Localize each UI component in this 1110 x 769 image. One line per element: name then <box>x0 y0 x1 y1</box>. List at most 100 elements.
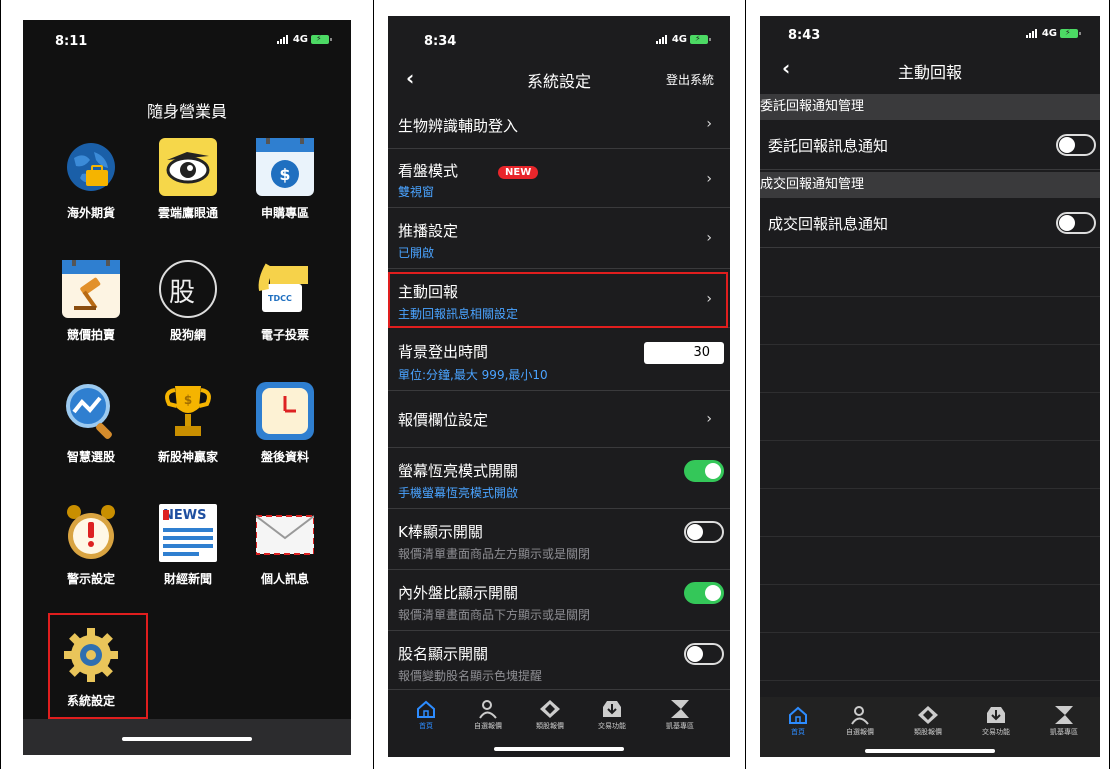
home-indicator[interactable] <box>494 747 624 751</box>
setting-row-stock-name: 股名顯示開關 報價變動股名顯示色塊提醒 <box>388 631 730 690</box>
tab-trading[interactable]: 交易功能 <box>582 699 642 731</box>
empty-row-line <box>760 488 1100 489</box>
app-label: 競價拍賣 <box>66 328 115 342</box>
tab-label: 凱基專區 <box>666 722 694 730</box>
setting-row-view-mode[interactable]: 看盤模式 NEW 雙視窗 › <box>388 149 730 208</box>
tab-bar: 首頁 自選報價 類股報價 交易功能 凱基專區 <box>388 691 730 757</box>
setting-title: 看盤模式 <box>398 162 459 180</box>
tab-sector-quotes[interactable]: 類股報價 <box>898 705 958 737</box>
setting-title: 內外盤比顯示開關 <box>398 584 519 602</box>
kbar-toggle[interactable] <box>684 521 724 543</box>
app-overseas-futures[interactable]: 海外期貨 <box>43 138 139 221</box>
logout-button[interactable]: 登出系統 <box>666 71 714 88</box>
tab-trading[interactable]: 交易功能 <box>966 705 1026 737</box>
app-e-voting[interactable]: TDCC 電子投票 <box>237 260 333 343</box>
setting-subtitle: 已開啟 <box>398 246 435 260</box>
row-order-report-notify: 委託回報訊息通知 <box>760 121 1100 170</box>
tab-watchlist[interactable]: 自選報價 <box>830 705 890 737</box>
setting-title: 背景登出時間 <box>398 343 489 361</box>
new-badge: NEW <box>498 166 539 179</box>
app-finance-news[interactable]: NEWS 財經新聞 <box>140 504 236 587</box>
clock-icon <box>256 382 314 440</box>
logout-time-input[interactable]: 30 <box>644 342 724 364</box>
trading-icon <box>985 705 1007 725</box>
highlight-active-report <box>388 272 728 328</box>
network-label: 4G <box>292 34 308 45</box>
stock-char: 股 <box>169 278 196 308</box>
app-alert-settings[interactable]: 警示設定 <box>43 504 139 587</box>
trade-report-toggle[interactable] <box>1056 212 1096 234</box>
sector-icon <box>539 699 561 719</box>
chevron-right-icon: › <box>706 116 712 132</box>
tdcc-card-icon: TDCC <box>256 260 314 318</box>
app-personal-messages[interactable]: 個人訊息 <box>237 504 333 587</box>
setting-row-screen-on: 螢幕恆亮模式開關 手機螢幕恆亮模式開啟 <box>388 448 730 509</box>
order-report-toggle[interactable] <box>1056 134 1096 156</box>
chevron-right-icon: › <box>706 230 712 246</box>
empty-row-line <box>760 296 1100 297</box>
empty-row-line <box>760 392 1100 393</box>
empty-row-line <box>760 536 1100 537</box>
setting-subtitle: 單位:分鐘,最大 999,最小10 <box>398 368 548 382</box>
home-indicator[interactable] <box>865 749 995 753</box>
app-label: 雲端鷹眼通 <box>157 206 218 220</box>
tab-bar: 首頁 自選報價 類股報價 交易功能 凱基專區 <box>760 697 1100 757</box>
app-auction[interactable]: 競價拍賣 <box>43 258 139 343</box>
tab-label: 首頁 <box>791 728 805 736</box>
stock-name-toggle[interactable] <box>684 643 724 665</box>
tab-label: 類股報價 <box>536 722 564 730</box>
row-trade-report-notify: 成交回報訊息通知 <box>760 199 1100 248</box>
app-subscription[interactable]: $ 申購專區 <box>237 136 333 221</box>
app-label: 盤後資料 <box>260 450 309 464</box>
tab-home[interactable]: 首頁 <box>768 705 828 737</box>
ratio-toggle[interactable] <box>684 582 724 604</box>
signal-icon <box>655 35 669 44</box>
trophy-icon: $ <box>159 382 217 440</box>
stock-dog-icon: 股 <box>159 260 217 318</box>
phone-active-report: 8:43 4G ⚡ ‹ 主動回報 委託回報通知管理 委託回報訊息通知 成交回報通… <box>760 16 1100 757</box>
tab-kgi-zone[interactable]: 凱基專區 <box>1034 705 1094 737</box>
screen-on-toggle[interactable] <box>684 460 724 482</box>
app-stock-dog[interactable]: 股 股狗網 <box>140 260 236 343</box>
app-cloud-eagle-eye[interactable]: 雲端鷹眼通 <box>140 138 236 221</box>
tdcc-text: TDCC <box>268 294 292 303</box>
setting-title: 股名顯示開關 <box>398 645 489 663</box>
setting-title: 螢幕恆亮模式開關 <box>398 462 519 480</box>
empty-row-line <box>760 344 1100 345</box>
tab-sector-quotes[interactable]: 類股報價 <box>520 699 580 731</box>
tab-label: 自選報價 <box>474 722 502 730</box>
status-signal: 4G ⚡ <box>1025 28 1081 39</box>
signal-icon <box>276 35 290 44</box>
home-icon <box>787 705 809 725</box>
app-ipo-winner[interactable]: $ 新股神贏家 <box>140 382 236 465</box>
calendar-gavel-icon <box>62 258 120 318</box>
app-label: 智慧選股 <box>66 450 115 464</box>
setting-row-quote-fields[interactable]: 報價欄位設定 › <box>388 391 730 448</box>
app-label: 新股神贏家 <box>157 450 218 464</box>
tab-kgi-zone[interactable]: 凱基專區 <box>650 699 710 731</box>
tab-label: 類股報價 <box>914 728 942 736</box>
setting-row-push[interactable]: 推播設定 已開啟 › <box>388 208 730 269</box>
empty-row-line <box>760 584 1100 585</box>
divider-2 <box>745 0 746 769</box>
setting-subtitle: 報價清單畫面商品左方顯示或是關閉 <box>398 547 591 561</box>
network-label: 4G <box>1041 28 1057 39</box>
phone-system-settings: 8:34 4G ⚡ ‹ 系統設定 登出系統 生物辨識輔助登入 › 看盤模式 NE… <box>388 16 730 757</box>
row-title: 成交回報訊息通知 <box>768 215 889 233</box>
app-smart-stock-pick[interactable]: 智慧選股 <box>43 382 139 465</box>
tab-home[interactable]: 首頁 <box>396 699 456 731</box>
setting-row-ratio: 內外盤比顯示開關 報價清單畫面商品下方顯示或是關閉 <box>388 570 730 631</box>
tab-watchlist[interactable]: 自選報價 <box>458 699 518 731</box>
setting-title: K棒顯示開關 <box>398 523 483 541</box>
svg-text:$: $ <box>279 165 290 184</box>
home-indicator[interactable] <box>122 737 252 741</box>
setting-row-biometric[interactable]: 生物辨識輔助登入 › <box>388 102 730 149</box>
setting-title: 生物辨識輔助登入 <box>398 117 519 135</box>
app-after-hours-data[interactable]: 盤後資料 <box>237 382 333 465</box>
tab-label: 凱基專區 <box>1050 728 1078 736</box>
setting-subtitle: 手機螢幕恆亮模式開啟 <box>398 486 519 500</box>
tab-label: 交易功能 <box>982 728 1010 736</box>
setting-title: 報價欄位設定 <box>398 411 489 429</box>
tab-label: 首頁 <box>419 722 433 730</box>
page-title: 主動回報 <box>897 63 962 82</box>
